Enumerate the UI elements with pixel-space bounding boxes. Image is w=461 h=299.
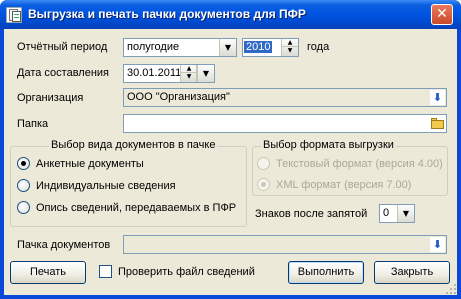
- close-icon: ✕: [436, 6, 448, 22]
- execute-button[interactable]: Выполнить: [288, 261, 364, 284]
- document-icon: [6, 7, 22, 23]
- organization-field[interactable]: ООО "Организация" ⬇: [123, 88, 447, 107]
- pack-field[interactable]: ⬇: [123, 235, 447, 254]
- decimals-value: 0: [383, 207, 390, 219]
- close-window-button[interactable]: ✕: [431, 4, 453, 25]
- decimals-label: Знаков после запятой: [255, 208, 368, 220]
- period-select[interactable]: полугодие ▼: [123, 38, 237, 57]
- spin-up-icon[interactable]: ▲: [181, 65, 197, 73]
- organization-value: ООО "Организация": [127, 91, 230, 103]
- print-button[interactable]: Печать: [10, 261, 86, 284]
- check-file-checkbox[interactable]: [99, 265, 112, 278]
- title-bar[interactable]: Выгрузка и печать пачки документов для П…: [0, 0, 461, 29]
- organization-label: Организация: [17, 92, 84, 104]
- dialog-body: Отчётный период полугодие ▼ 2010 ▲ ▼ год…: [4, 29, 457, 295]
- radio-xml-format-label: XML формат (версия 7.00): [276, 179, 412, 191]
- period-label: Отчётный период: [17, 41, 108, 53]
- spin-up-icon[interactable]: ▲: [282, 39, 298, 47]
- check-file-label[interactable]: Проверить файл сведений: [118, 266, 255, 278]
- year-value: 2010: [244, 41, 273, 53]
- lookup-icon[interactable]: ⬇: [430, 237, 445, 252]
- radio-inventory-label[interactable]: Опись сведений, передаваемых в ПФР: [36, 202, 236, 214]
- date-spin-buttons[interactable]: ▲ ▼: [180, 65, 197, 82]
- date-label: Дата составления: [17, 67, 109, 79]
- lookup-icon[interactable]: ⬇: [430, 90, 445, 105]
- period-value: полугодие: [127, 41, 180, 53]
- year-spinner[interactable]: 2010 ▲ ▼: [242, 38, 299, 57]
- chevron-down-icon[interactable]: ▼: [397, 205, 414, 222]
- dialog-window: Выгрузка и печать пачки документов для П…: [0, 0, 461, 299]
- year-spin-buttons[interactable]: ▲ ▼: [281, 39, 298, 56]
- document-type-group-title: Выбор вида документов в пачке: [49, 139, 218, 151]
- spin-down-icon[interactable]: ▼: [181, 73, 197, 81]
- radio-xml-format[interactable]: [257, 178, 270, 191]
- resize-grip-icon[interactable]: [445, 283, 457, 295]
- radio-text-format[interactable]: [257, 157, 270, 170]
- decimals-select[interactable]: 0 ▼: [379, 204, 415, 223]
- calendar-dropdown-icon[interactable]: ▼: [197, 65, 214, 82]
- radio-questionnaire-docs[interactable]: [17, 157, 30, 170]
- window-title: Выгрузка и печать пачки документов для П…: [28, 7, 306, 21]
- radio-text-format-label: Текстовый формат (версия 4.00): [276, 158, 443, 170]
- export-format-group-title: Выбор формата выгрузки: [261, 139, 396, 151]
- folder-field[interactable]: [123, 114, 447, 133]
- date-value: 30.01.2011: [127, 67, 182, 79]
- folder-open-icon[interactable]: [430, 116, 445, 131]
- date-picker[interactable]: 30.01.2011 ▲ ▼ ▼: [123, 64, 215, 83]
- chevron-down-icon[interactable]: ▼: [219, 39, 236, 56]
- year-suffix: года: [307, 41, 330, 53]
- radio-questionnaire-docs-label[interactable]: Анкетные документы: [36, 158, 144, 170]
- pack-label: Пачка документов: [17, 239, 111, 251]
- radio-individual-info-label[interactable]: Индивидуальные сведения: [36, 180, 176, 192]
- folder-label: Папка: [17, 118, 49, 130]
- radio-individual-info[interactable]: [17, 179, 30, 192]
- spin-down-icon[interactable]: ▼: [282, 47, 298, 55]
- radio-inventory[interactable]: [17, 201, 30, 214]
- close-button[interactable]: Закрыть: [374, 261, 450, 284]
